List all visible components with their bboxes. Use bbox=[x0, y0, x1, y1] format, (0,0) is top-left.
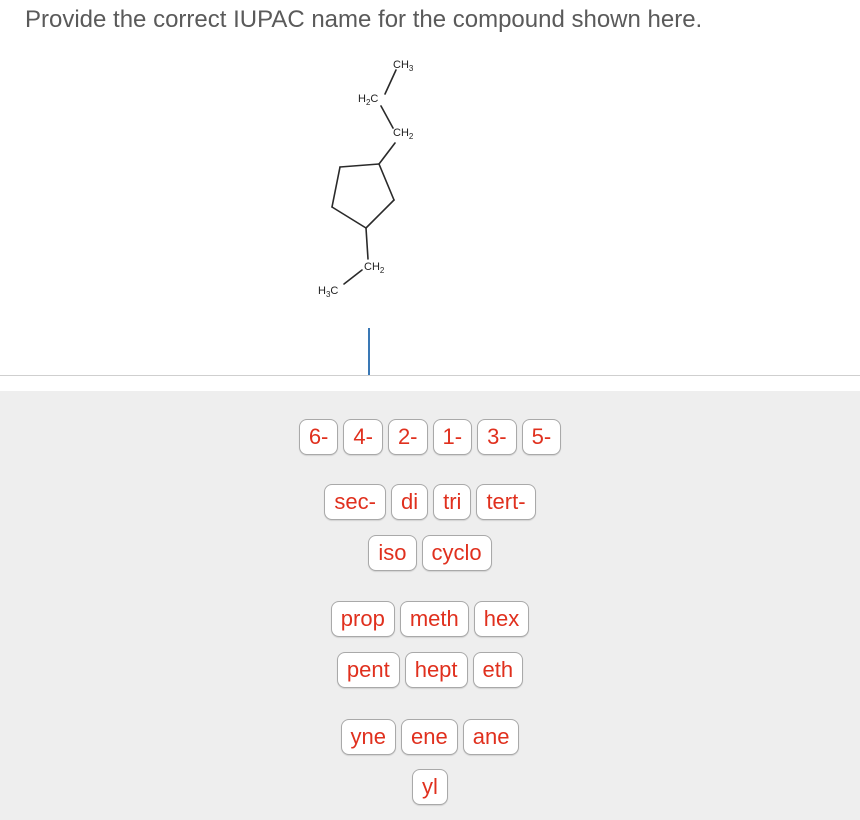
prefix-row-2: iso cyclo bbox=[0, 535, 860, 571]
tile-locant-4[interactable]: 4- bbox=[343, 419, 383, 455]
ring-bond bbox=[339, 163, 380, 168]
atom-label-ch3: CH3 bbox=[393, 59, 414, 73]
root-row-2: pent hept eth bbox=[0, 652, 860, 688]
ring-bond bbox=[331, 166, 341, 208]
bond bbox=[343, 269, 363, 285]
tile-meth[interactable]: meth bbox=[399, 601, 469, 637]
tile-tri[interactable]: tri bbox=[433, 484, 472, 520]
tile-locant-3[interactable]: 3- bbox=[477, 419, 517, 455]
atom-label-h3c: H3C bbox=[318, 285, 338, 299]
tile-locant-1[interactable]: 1- bbox=[432, 419, 473, 455]
tile-ane[interactable]: ane bbox=[462, 719, 520, 755]
divider bbox=[0, 375, 860, 376]
locant-row: 6- 4- 2- 1- 3- 5- bbox=[0, 419, 860, 455]
tile-ene[interactable]: ene bbox=[401, 719, 458, 755]
tile-cyclo[interactable]: cyclo bbox=[421, 535, 492, 571]
tile-iso[interactable]: iso bbox=[368, 535, 417, 571]
atom-label-ch2: CH2 bbox=[393, 127, 414, 141]
ring-bond bbox=[331, 206, 367, 229]
tile-locant-6[interactable]: 6- bbox=[298, 419, 339, 455]
tile-hept[interactable]: hept bbox=[404, 652, 468, 688]
substituent-suffix-row: yl bbox=[0, 769, 860, 805]
atom-label-h2c: H2C bbox=[358, 93, 378, 107]
tile-di[interactable]: di bbox=[390, 484, 429, 520]
tile-locant-5[interactable]: 5- bbox=[521, 419, 562, 455]
tile-sec[interactable]: sec- bbox=[324, 484, 386, 520]
tile-yne[interactable]: yne bbox=[340, 719, 397, 755]
bond bbox=[384, 69, 397, 95]
bond bbox=[378, 142, 396, 165]
root-row: prop meth hex bbox=[0, 601, 860, 637]
structure-diagram: CH3 H2C CH2 CH2 H3C bbox=[318, 59, 414, 299]
bond bbox=[380, 105, 394, 129]
answer-input-cursor[interactable] bbox=[368, 328, 370, 375]
tile-hex[interactable]: hex bbox=[473, 601, 530, 637]
atom-label-ch2: CH2 bbox=[364, 261, 385, 275]
tile-locant-2[interactable]: 2- bbox=[387, 419, 428, 455]
suffix-row: yne ene ane bbox=[0, 719, 860, 755]
tile-prop[interactable]: prop bbox=[330, 601, 395, 637]
tile-tert[interactable]: tert- bbox=[476, 484, 536, 520]
bond bbox=[365, 227, 369, 260]
ring-bond bbox=[378, 163, 395, 201]
tile-eth[interactable]: eth bbox=[472, 652, 524, 688]
tile-pent[interactable]: pent bbox=[336, 652, 400, 688]
tile-yl[interactable]: yl bbox=[412, 769, 448, 805]
prefix-row: sec- di tri tert- bbox=[0, 484, 860, 520]
ring-bond bbox=[365, 199, 395, 229]
